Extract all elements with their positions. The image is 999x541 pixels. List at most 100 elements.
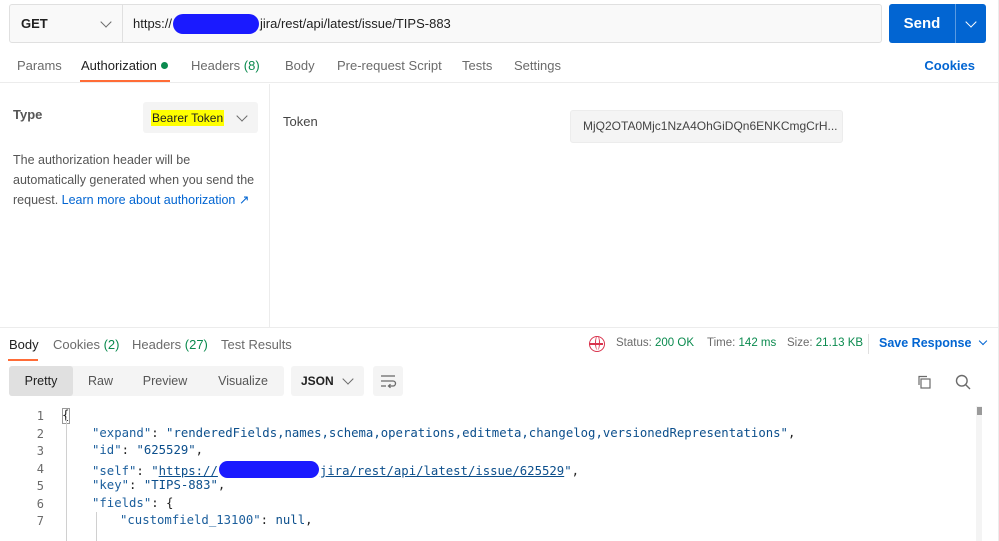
send-button[interactable]: Send — [889, 4, 986, 43]
format-preview[interactable]: Preview — [128, 366, 202, 396]
code-line: "customfield_13100": null, — [120, 513, 313, 527]
code-key: "id" — [92, 443, 122, 457]
time-label: Time: — [707, 337, 736, 349]
active-tab-indicator — [80, 80, 170, 82]
format-raw[interactable]: Raw — [73, 366, 128, 396]
response-body-editor[interactable]: 1 2 3 4 5 6 7 { "expand": "renderedField… — [0, 406, 975, 541]
auth-type-label: Type — [13, 107, 43, 122]
tab-pre-request-script[interactable]: Pre-request Script — [337, 58, 442, 73]
status-label: Status: — [616, 337, 652, 349]
chevron-down-icon — [342, 373, 354, 385]
line-number: 4 — [36, 462, 44, 476]
code-line: "fields": { — [92, 496, 174, 510]
format-segment: Pretty Raw Preview Visualize — [9, 366, 284, 396]
auth-type-select[interactable]: Bearer Token — [143, 102, 258, 133]
auth-type-panel: Type Bearer Token The authorization head… — [0, 84, 270, 327]
url-bar: GET https:// jira/rest/api/latest/issue/… — [9, 4, 882, 43]
response-tab-test-results[interactable]: Test Results — [221, 337, 292, 352]
line-number: 7 — [36, 514, 44, 528]
code-key: "customfield_13100" — [120, 513, 261, 527]
token-input[interactable]: MjQ2OTA0Mjc1NzA4OhGiDQn6ENKCmgCrH... — [570, 110, 843, 143]
method-select[interactable]: GET — [10, 5, 123, 42]
code-token: { — [166, 496, 174, 510]
send-dropdown[interactable] — [956, 15, 986, 28]
method-label: GET — [21, 16, 48, 31]
indent-guide — [96, 512, 97, 541]
tab-tests[interactable]: Tests — [462, 58, 492, 73]
scrollbar-thumb[interactable] — [977, 407, 982, 415]
time-readout[interactable]: Time: 142 ms — [707, 337, 776, 349]
tab-headers[interactable]: Headers (8) — [191, 58, 260, 73]
chevron-down-icon — [965, 15, 977, 28]
active-tab-indicator — [8, 359, 38, 361]
globe-icon[interactable] — [589, 336, 605, 352]
status-readout[interactable]: Status: 200 OK — [616, 337, 694, 349]
size-label: Size: — [787, 337, 813, 349]
code-line: "self": "https://jira/rest/api/latest/is… — [92, 461, 579, 478]
line-number: 6 — [36, 497, 44, 511]
chevron-down-icon — [979, 336, 988, 346]
redaction-mark — [218, 461, 319, 478]
status-value: 200 OK — [655, 337, 695, 349]
vertical-scrollbar[interactable] — [976, 406, 982, 541]
indent-guide — [66, 418, 67, 541]
send-label: Send — [903, 15, 941, 32]
format-pretty[interactable]: Pretty — [9, 366, 73, 396]
tab-headers-label: Headers — [191, 58, 241, 73]
auth-description: The authorization header will be automat… — [13, 150, 261, 210]
code-url-prefix: https:// — [158, 464, 218, 478]
code-line: "expand": "renderedFields,names,schema,o… — [92, 426, 796, 440]
code-literal: null — [275, 513, 306, 527]
language-label: JSON — [301, 374, 334, 388]
response-tab-cookies-count: (2) — [103, 337, 120, 352]
code-string: " — [151, 464, 159, 478]
line-number: 1 — [36, 409, 44, 423]
status-dot-icon — [160, 62, 168, 69]
request-tabs: Params Authorization Headers (8) Body Pr… — [0, 48, 999, 83]
line-number: 5 — [36, 479, 44, 493]
save-response-button[interactable]: Save Response — [879, 336, 988, 350]
learn-more-link[interactable]: Learn more about authorization ↗ — [62, 193, 250, 207]
code-url-suffix: jira/rest/api/latest/issue/625529 — [319, 464, 565, 478]
code-key: "self" — [92, 464, 137, 478]
url-prefix: https:// — [133, 16, 173, 31]
tab-settings[interactable]: Settings — [514, 58, 561, 73]
redaction-mark — [173, 13, 260, 34]
url-suffix: jira/rest/api/latest/issue/TIPS-883 — [260, 16, 451, 31]
tab-body[interactable]: Body — [285, 58, 315, 73]
copy-icon[interactable] — [917, 375, 931, 389]
response-tab-headers-label: Headers — [132, 337, 182, 352]
code-key: "key" — [92, 478, 130, 492]
chevron-down-icon — [100, 15, 112, 28]
size-value: 21.13 KB — [815, 337, 864, 349]
response-tab-cookies[interactable]: Cookies (2) — [53, 337, 119, 352]
code-string: "renderedFields,names,schema,operations,… — [166, 426, 788, 440]
response-tabs: Body Cookies (2) Headers (27) Test Resul… — [0, 327, 999, 361]
tab-headers-count: (8) — [243, 58, 260, 73]
response-tab-headers-count: (27) — [184, 337, 208, 352]
search-icon[interactable] — [955, 374, 971, 390]
time-value: 142 ms — [738, 337, 777, 349]
response-tab-body[interactable]: Body — [9, 337, 39, 352]
size-readout[interactable]: Size: 21.13 KB — [787, 337, 863, 349]
save-response-label: Save Response — [879, 336, 972, 350]
response-tab-headers[interactable]: Headers (27) — [132, 337, 208, 352]
code-url-link[interactable]: https:// jira/rest/api/latest/issue/62552… — [158, 461, 565, 478]
format-visualize[interactable]: Visualize — [202, 366, 284, 396]
tab-params[interactable]: Params — [17, 58, 62, 73]
line-number: 3 — [36, 444, 44, 458]
tab-authorization[interactable]: Authorization — [81, 58, 168, 73]
code-string: "625529" — [136, 443, 196, 457]
cookies-link[interactable]: Cookies — [924, 58, 975, 73]
wrap-lines-button[interactable] — [373, 366, 403, 396]
code-string: "TIPS-883" — [143, 478, 218, 492]
code-line: "id": "625529", — [92, 443, 204, 457]
line-number: 2 — [36, 427, 44, 441]
chevron-down-icon — [236, 109, 248, 122]
code-line: "key": "TIPS-883", — [92, 478, 226, 492]
wrap-icon — [381, 375, 397, 389]
response-tab-cookies-label: Cookies — [53, 337, 100, 352]
language-select[interactable]: JSON — [291, 366, 364, 396]
code-key: "fields" — [92, 496, 152, 510]
url-input[interactable]: https:// jira/rest/api/latest/issue/TIPS… — [123, 13, 451, 34]
